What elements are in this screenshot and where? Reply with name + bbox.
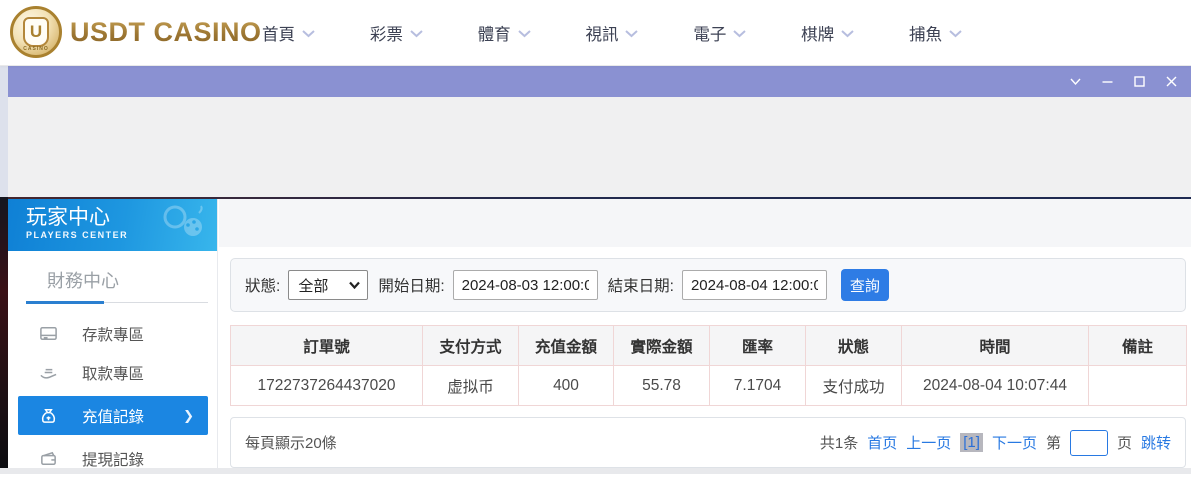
maximize-icon[interactable] xyxy=(1132,74,1147,89)
col-actual-amount: 實際金額 xyxy=(614,326,710,366)
casino-ball-logo-icon: U CASINO xyxy=(10,6,62,58)
filter-bar: 狀態: 全部 開始日期: 結束日期: 查詢 xyxy=(230,258,1186,312)
cell-remark xyxy=(1089,366,1187,406)
start-date-label: 開始日期: xyxy=(378,274,444,296)
page-prefix-label: 第 xyxy=(1046,432,1061,453)
top-navigation-bar: U CASINO USDT CASINO 首頁 彩票 體育 視訊 電子 棋牌 xyxy=(0,0,1191,66)
sidebar-item-recharge-records[interactable]: 充值記錄 ❯ xyxy=(18,396,208,435)
sidebar-divider xyxy=(26,301,208,304)
sidebar-section-title: 財務中心 xyxy=(8,251,217,301)
brand-name: USDT CASINO xyxy=(70,17,262,48)
close-icon[interactable] xyxy=(1164,74,1179,89)
cell-exchange-rate: 7.1704 xyxy=(710,366,806,406)
col-remark: 備註 xyxy=(1089,326,1187,366)
cell-order-number: 1722737264437020 xyxy=(231,366,423,406)
modal-empty-area xyxy=(8,97,1191,197)
gamepad-icon xyxy=(161,203,207,243)
menu-label: 捕魚 xyxy=(909,21,942,45)
menu-label: 棋牌 xyxy=(801,21,834,45)
menu-item-live[interactable]: 視訊 xyxy=(585,21,638,45)
end-date-input[interactable] xyxy=(682,270,827,300)
table-row: 1722737264437020 虚拟币 400 55.78 7.1704 支付… xyxy=(231,366,1187,406)
chevron-down-icon xyxy=(302,29,315,38)
sidebar-item-withdraw-zone[interactable]: 取款專區 xyxy=(8,353,217,392)
menu-label: 彩票 xyxy=(370,21,403,45)
chevron-down-icon xyxy=(349,281,360,289)
sidebar-item-label: 取款專區 xyxy=(82,362,144,384)
menu-label: 視訊 xyxy=(585,21,618,45)
deposit-card-icon xyxy=(38,324,58,344)
chevron-down-icon xyxy=(841,29,854,38)
total-count: 共1条 xyxy=(820,432,858,453)
page-suffix-label: 页 xyxy=(1117,432,1132,453)
record-tabs-strip xyxy=(219,199,1191,247)
chevron-down-icon xyxy=(733,29,746,38)
page-number-input[interactable] xyxy=(1070,430,1108,456)
logo-letter: U xyxy=(23,17,49,47)
status-select-value: 全部 xyxy=(298,275,328,296)
search-button[interactable]: 查詢 xyxy=(841,269,889,301)
status-select[interactable]: 全部 xyxy=(288,270,368,300)
col-exchange-rate: 匯率 xyxy=(710,326,806,366)
sidebar-item-deposit-zone[interactable]: 存款專區 xyxy=(8,314,217,353)
sidebar-header: 玩家中心 PLAYERS CENTER xyxy=(8,199,217,251)
sidebar-item-withdrawal-records[interactable]: 提現記錄 xyxy=(8,439,217,478)
page-background-sliver xyxy=(0,66,8,197)
menu-label: 首頁 xyxy=(262,21,295,45)
collapse-icon[interactable] xyxy=(1068,74,1083,89)
menu-label: 體育 xyxy=(478,21,511,45)
sidebar-item-label: 充值記錄 xyxy=(82,405,144,427)
first-page-link[interactable]: 首页 xyxy=(867,432,897,453)
cell-payment-method: 虚拟币 xyxy=(423,366,519,406)
next-page-link[interactable]: 下一页 xyxy=(992,432,1037,453)
moneybag-icon xyxy=(38,406,58,426)
withdraw-hand-icon xyxy=(38,363,58,383)
chevron-down-icon xyxy=(518,29,531,38)
menu-item-cards[interactable]: 棋牌 xyxy=(801,21,854,45)
menu-item-home[interactable]: 首頁 xyxy=(262,21,315,45)
current-page-indicator: [1] xyxy=(960,433,983,452)
wallet-icon xyxy=(38,449,58,469)
per-page-label: 每頁顯示20條 xyxy=(245,432,337,453)
window-titlebar[interactable] xyxy=(8,66,1191,97)
sidebar-item-label: 提現記錄 xyxy=(82,448,144,470)
page-background-sliver xyxy=(0,197,8,468)
menu-item-lottery[interactable]: 彩票 xyxy=(370,21,423,45)
menu-item-fishing[interactable]: 捕魚 xyxy=(909,21,962,45)
recharge-records-table: 訂單號 支付方式 充值金額 實際金額 匯率 狀態 時間 備註 172273726… xyxy=(230,325,1187,406)
col-status: 狀態 xyxy=(806,326,902,366)
main-menu: 首頁 彩票 體育 視訊 電子 棋牌 捕魚 xyxy=(262,0,962,66)
status-label: 狀態: xyxy=(245,274,280,296)
logo-mini-text: CASINO xyxy=(13,46,59,52)
cell-status: 支付成功 xyxy=(806,366,902,406)
end-date-label: 結束日期: xyxy=(608,274,674,296)
sidebar-item-label: 存款專區 xyxy=(82,323,144,345)
cell-recharge-amount: 400 xyxy=(519,366,614,406)
jump-link[interactable]: 跳转 xyxy=(1141,432,1171,453)
chevron-down-icon xyxy=(410,29,423,38)
col-time: 時間 xyxy=(902,326,1089,366)
players-center-sidebar: 玩家中心 PLAYERS CENTER 財務中心 存款專區 取款專區 充值記錄 … xyxy=(8,199,218,468)
chevron-right-icon: ❯ xyxy=(183,408,194,424)
col-payment-method: 支付方式 xyxy=(423,326,519,366)
menu-item-slots[interactable]: 電子 xyxy=(693,21,746,45)
cell-actual-amount: 55.78 xyxy=(614,366,710,406)
col-recharge-amount: 充值金額 xyxy=(519,326,614,366)
menu-label: 電子 xyxy=(693,21,726,45)
start-date-input[interactable] xyxy=(453,270,598,300)
cell-time: 2024-08-04 10:07:44 xyxy=(902,366,1089,406)
minimize-icon[interactable] xyxy=(1100,74,1115,89)
pagination-bar: 每頁顯示20條 共1条 首页 上一页 [1] 下一页 第 页 跳转 xyxy=(230,417,1186,468)
menu-item-sports[interactable]: 體育 xyxy=(478,21,531,45)
pager-controls: 共1条 首页 上一页 [1] 下一页 第 页 跳转 xyxy=(820,430,1171,456)
prev-page-link[interactable]: 上一页 xyxy=(906,432,951,453)
chevron-down-icon xyxy=(949,29,962,38)
brand-logo[interactable]: U CASINO USDT CASINO xyxy=(10,6,262,58)
col-order-number: 訂單號 xyxy=(231,326,423,366)
chevron-down-icon xyxy=(625,29,638,38)
table-header-row: 訂單號 支付方式 充值金額 實際金額 匯率 狀態 時間 備註 xyxy=(231,326,1187,366)
